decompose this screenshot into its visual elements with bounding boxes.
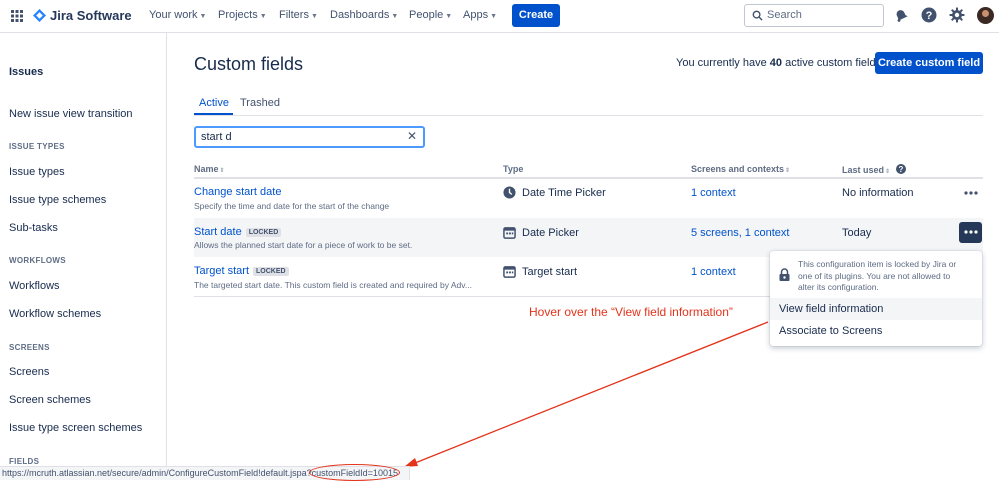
- field-description: Specify the time and date for the start …: [194, 201, 390, 211]
- tab-trashed[interactable]: Trashed: [240, 97, 280, 109]
- annotation-highlight-ellipse: [309, 464, 400, 481]
- status-url: https://mcruth.atlassian.net/secure/admi…: [2, 468, 312, 478]
- notifications-icon[interactable]: [893, 7, 909, 23]
- sort-icon: ⇕: [785, 168, 791, 174]
- svg-text:?: ?: [898, 165, 903, 174]
- sidebar-heading: Issues: [9, 66, 44, 78]
- locked-badge: LOCKED: [245, 228, 282, 237]
- field-type: Date Picker: [503, 226, 579, 239]
- admin-sidebar: Issues New issue view transition ISSUE T…: [0, 33, 167, 480]
- jira-logo-icon: [33, 9, 46, 22]
- field-name-link[interactable]: Start date LOCKED: [194, 226, 282, 238]
- search-placeholder: Search: [767, 9, 802, 21]
- avatar-face: [982, 10, 989, 17]
- field-contexts-link[interactable]: 5 screens, 1 context: [691, 227, 789, 239]
- column-header-type: Type: [503, 164, 524, 174]
- nav-filters[interactable]: Filters ▼: [279, 9, 318, 21]
- calendar-icon: [503, 227, 516, 239]
- sort-icon: ⇕: [885, 169, 891, 175]
- row-actions-dropdown: This configuration item is locked by Jir…: [770, 251, 982, 346]
- clock-icon: [503, 186, 516, 199]
- row-actions-button[interactable]: [960, 184, 982, 202]
- top-navigation-bar: Jira Software Your work ▼ Projects ▼ Filte…: [0, 0, 999, 33]
- tabs-divider: [194, 115, 983, 116]
- create-button[interactable]: Create: [512, 4, 560, 27]
- sidebar-section-workflows: WORKFLOWS: [9, 256, 66, 265]
- avatar[interactable]: [977, 7, 994, 24]
- chevron-down-icon: ▼: [199, 13, 207, 20]
- page-title: Custom fields: [194, 54, 304, 74]
- menu-item-associate-to-screens[interactable]: Associate to Screens: [770, 321, 982, 343]
- more-icon: [964, 191, 978, 195]
- chevron-down-icon: ▼: [490, 13, 498, 20]
- calendar-icon: [503, 266, 516, 278]
- sidebar-item-screen-schemes[interactable]: Screen schemes: [9, 394, 91, 406]
- field-last-used: No information: [842, 187, 914, 199]
- sidebar-section-fields: FIELDS: [9, 457, 40, 466]
- sidebar-item-workflows[interactable]: Workflows: [9, 280, 60, 292]
- field-description: The targeted start date. This custom fie…: [194, 280, 472, 290]
- help-icon[interactable]: ?: [921, 7, 937, 23]
- field-type: Date Time Picker: [503, 186, 606, 199]
- field-name-link[interactable]: Change start date: [194, 186, 281, 198]
- row-actions-button-open[interactable]: [959, 222, 982, 243]
- nav-your-work[interactable]: Your work ▼: [149, 9, 206, 21]
- field-name-link[interactable]: Target start LOCKED: [194, 265, 289, 277]
- custom-field-count: You currently have 40 active custom fiel…: [676, 57, 882, 69]
- create-custom-field-button[interactable]: Create custom field: [875, 52, 983, 74]
- menu-item-view-field-information[interactable]: View field information: [770, 298, 982, 320]
- field-type: Target start: [503, 265, 577, 278]
- filter-value: start d: [201, 131, 232, 143]
- table-bottom-divider: [194, 296, 770, 297]
- chevron-down-icon: ▼: [259, 13, 267, 20]
- annotation-text: Hover over the “View field information”: [529, 305, 733, 319]
- sidebar-section-issue-types: ISSUE TYPES: [9, 142, 65, 151]
- sidebar-item-new-issue-view-transition[interactable]: New issue view transition: [9, 108, 133, 120]
- chevron-down-icon: ▼: [445, 13, 453, 20]
- sidebar-item-issue-type-screen-schemes[interactable]: Issue type screen schemes: [9, 422, 142, 434]
- sidebar-item-sub-tasks[interactable]: Sub-tasks: [9, 222, 58, 234]
- app-name: Jira Software: [50, 8, 132, 23]
- search-input[interactable]: Search: [744, 4, 884, 27]
- field-last-used: Today: [842, 227, 872, 239]
- sidebar-item-screens[interactable]: Screens: [9, 366, 49, 378]
- column-header-last-used[interactable]: Last used⇕ ?: [842, 164, 906, 175]
- field-count-number: 40: [769, 57, 783, 69]
- nav-people[interactable]: People ▼: [409, 9, 452, 21]
- app-switcher-icon[interactable]: [11, 10, 23, 22]
- jira-logo[interactable]: Jira Software: [33, 8, 132, 23]
- svg-text:?: ?: [926, 10, 933, 22]
- nav-projects[interactable]: Projects ▼: [218, 9, 267, 21]
- chevron-down-icon: ▼: [310, 13, 318, 20]
- sidebar-section-screens: SCREENS: [9, 343, 50, 352]
- more-icon: [963, 230, 978, 234]
- chevron-down-icon: ▼: [391, 13, 399, 20]
- field-contexts-link[interactable]: 1 context: [691, 187, 736, 199]
- tab-active[interactable]: Active: [199, 97, 229, 109]
- locked-notice: This configuration item is locked by Jir…: [798, 259, 957, 292]
- search-icon: [752, 10, 763, 21]
- info-icon[interactable]: ?: [895, 164, 906, 174]
- locked-badge: LOCKED: [253, 267, 289, 276]
- lock-icon: [779, 268, 790, 281]
- column-header-name[interactable]: Name⇕: [194, 164, 225, 174]
- field-contexts-link[interactable]: 1 context: [691, 266, 736, 278]
- sidebar-item-workflow-schemes[interactable]: Workflow schemes: [9, 308, 101, 320]
- field-description: Allows the planned start date for a piec…: [194, 240, 413, 250]
- custom-field-filter-input[interactable]: start d ✕: [194, 126, 425, 148]
- settings-icon[interactable]: [949, 7, 965, 23]
- sidebar-item-issue-type-schemes[interactable]: Issue type schemes: [9, 194, 106, 206]
- clear-filter-icon[interactable]: ✕: [407, 129, 417, 143]
- nav-dashboards[interactable]: Dashboards ▼: [330, 9, 398, 21]
- nav-apps[interactable]: Apps ▼: [463, 9, 497, 21]
- sidebar-item-issue-types[interactable]: Issue types: [9, 166, 65, 178]
- sort-icon: ⇕: [219, 168, 225, 174]
- column-header-screens-contexts[interactable]: Screens and contexts⇕: [691, 164, 790, 174]
